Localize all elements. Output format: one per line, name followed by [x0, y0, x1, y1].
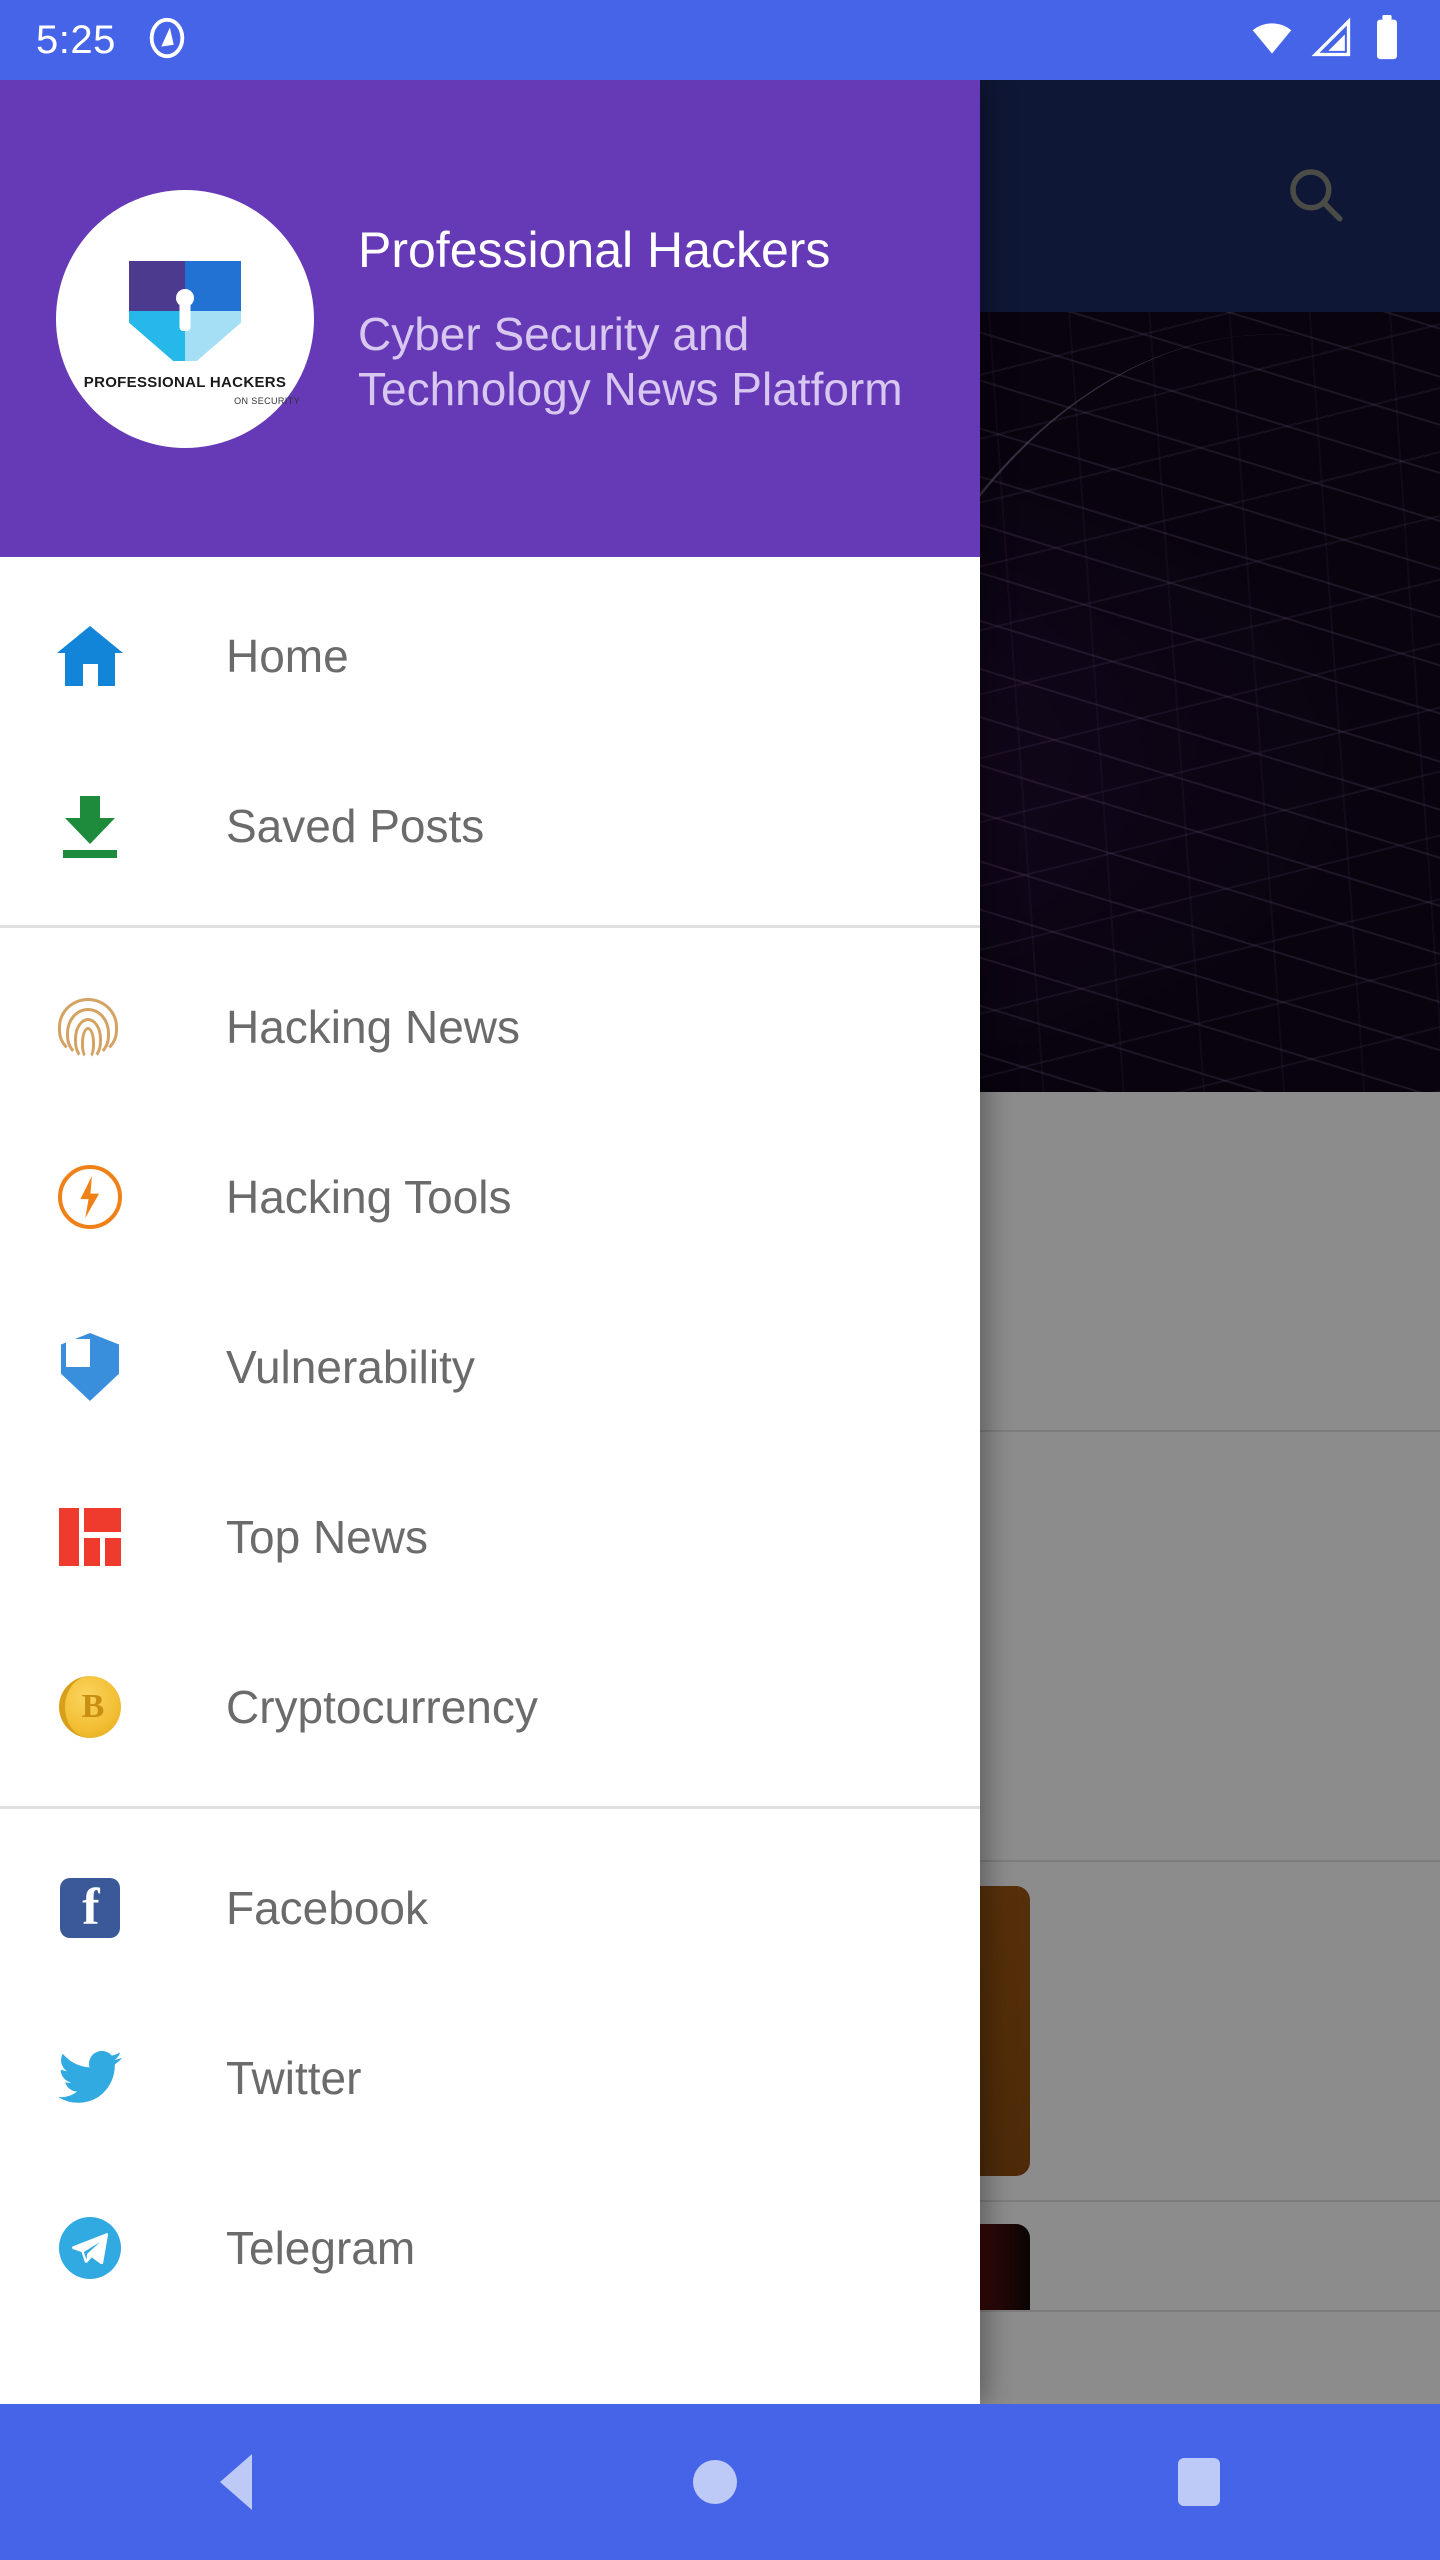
- back-button[interactable]: [220, 2454, 253, 2510]
- sidebar-item-label: Hacking Tools: [226, 1171, 512, 1223]
- sidebar-item-label: Facebook: [226, 1882, 429, 1934]
- sidebar-item-saved-posts[interactable]: Saved Posts: [0, 741, 980, 911]
- sidebar-item-label: Home: [226, 630, 349, 682]
- home-button[interactable]: [692, 2460, 737, 2504]
- status-bar: 5:25: [0, 0, 1440, 80]
- shield-logo-icon: [129, 243, 241, 371]
- sidebar-item-twitter[interactable]: Twitter: [0, 1993, 980, 2163]
- recents-button[interactable]: [1177, 2458, 1220, 2506]
- drawer-header: PROFESSIONAL HACKERS ON SECURITY Profess…: [0, 80, 980, 557]
- navigation-drawer: PROFESSIONAL HACKERS ON SECURITY Profess…: [0, 80, 980, 2404]
- status-bar-left: 5:25: [36, 15, 190, 66]
- drawer-header-text: Professional Hackers Cyber Security and …: [358, 221, 958, 416]
- cellular-signal-icon: [1310, 16, 1354, 65]
- facebook-icon: [56, 1874, 124, 1942]
- sidebar-item-hacking-news[interactable]: Hacking News: [0, 942, 980, 1112]
- shield-icon: [56, 1333, 124, 1401]
- telegram-icon: [56, 2214, 124, 2282]
- app-name: Professional Hackers: [358, 222, 831, 279]
- sidebar-item-facebook[interactable]: Facebook: [0, 1823, 980, 1993]
- avatar: PROFESSIONAL HACKERS ON SECURITY: [56, 189, 314, 448]
- sidebar-item-top-news[interactable]: Top News: [0, 1452, 980, 1622]
- twitter-bird-icon: [56, 2044, 124, 2112]
- sidebar-item-hacking-tools[interactable]: Hacking Tools: [0, 1112, 980, 1282]
- status-bar-right: [1250, 14, 1404, 66]
- logo-wordmark: PROFESSIONAL HACKERS: [83, 374, 287, 392]
- sidebar-item-telegram[interactable]: Telegram: [0, 2163, 980, 2333]
- status-bar-clock: 5:25: [36, 17, 116, 62]
- sidebar-item-label: Top News: [226, 1511, 428, 1563]
- drawer-section-primary: Home Saved Posts: [0, 557, 980, 925]
- app-tagline: Cyber Security and Technology News Platf…: [358, 308, 903, 415]
- sidebar-item-home[interactable]: Home: [0, 571, 980, 741]
- sidebar-item-label: Telegram: [226, 2222, 416, 2274]
- keyhole-icon: [176, 289, 194, 308]
- sidebar-item-cryptocurrency[interactable]: B Cryptocurrency: [0, 1622, 980, 1792]
- app-notification-icon: [144, 15, 190, 66]
- sidebar-item-label: Twitter: [226, 2052, 362, 2104]
- home-icon: [56, 622, 124, 690]
- fingerprint-icon: [56, 993, 124, 1061]
- layout-blocks-icon: [56, 1503, 124, 1571]
- sidebar-item-label: Hacking News: [226, 1001, 520, 1053]
- sidebar-item-label: Saved Posts: [226, 800, 485, 852]
- sidebar-item-label: Cryptocurrency: [226, 1681, 538, 1733]
- bitcoin-coin-icon: B: [56, 1673, 124, 1741]
- download-arrow-icon: [56, 792, 124, 860]
- wifi-icon: [1250, 16, 1294, 65]
- sidebar-item-vulnerability[interactable]: Vulnerability: [0, 1282, 980, 1452]
- drawer-section-social: Facebook Twitter Telegram: [0, 1809, 980, 2347]
- logo-sub-wordmark: ON SECURITY: [234, 395, 300, 406]
- lightning-bolt-circle-icon: [56, 1163, 124, 1231]
- drawer-section-categories: Hacking News Hacking Tools Vulnerability…: [0, 928, 980, 1806]
- sidebar-item-label: Vulnerability: [226, 1341, 475, 1393]
- system-navigation-bar: [0, 2404, 1440, 2560]
- battery-full-icon: [1370, 14, 1404, 66]
